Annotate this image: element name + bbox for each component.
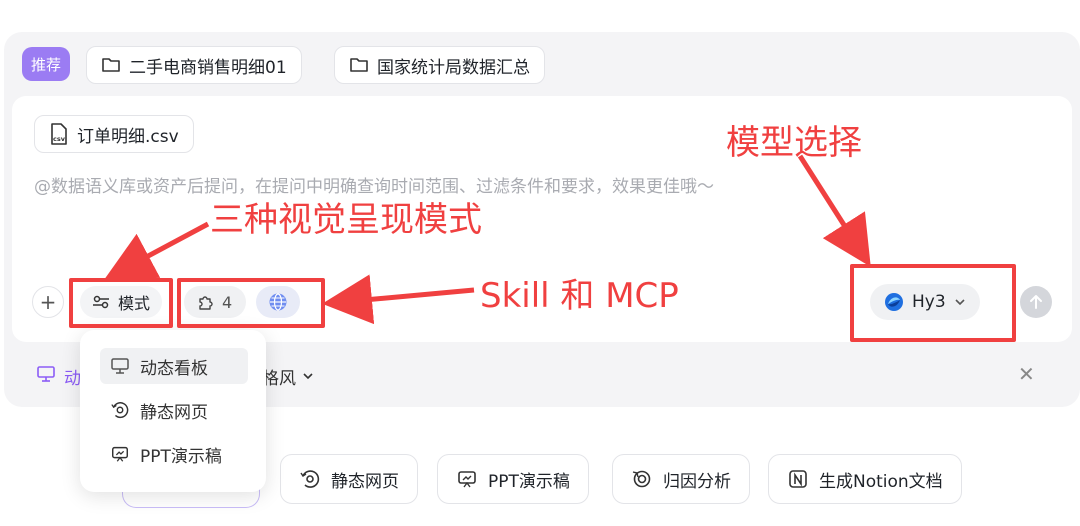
arrow-to-skill-mcp — [322, 274, 475, 325]
annotation-arrows — [104, 154, 871, 325]
arrow-to-model — [797, 154, 871, 267]
arrow-to-mode — [104, 221, 210, 280]
